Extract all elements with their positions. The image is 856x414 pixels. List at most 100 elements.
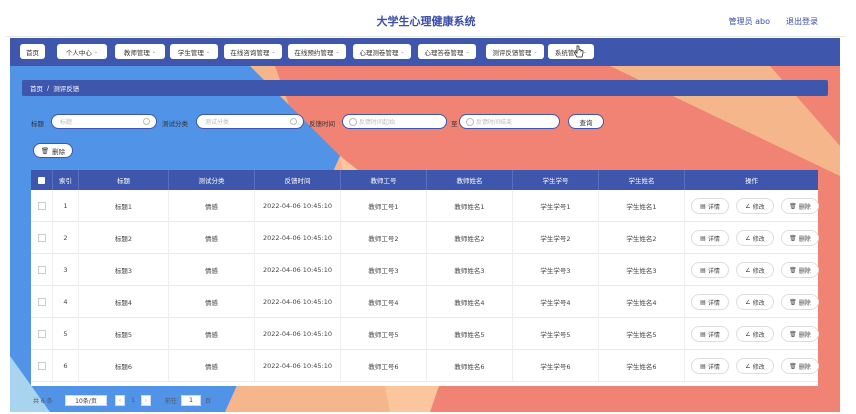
chevron-down-icon: ⌄	[271, 48, 276, 55]
cell-student-name: 学生姓名1	[599, 190, 685, 222]
edit-button[interactable]: ∠ 修改	[736, 262, 774, 278]
detail-button[interactable]: ▤ 详情	[691, 262, 729, 278]
row-checkbox[interactable]	[31, 190, 53, 222]
category-filter-label: 测试分类	[162, 120, 188, 128]
nav-item-answer-sheet-mgmt[interactable]: 心理答卷管理 ⌄	[418, 44, 476, 59]
detail-button[interactable]: ▤ 详情	[691, 358, 729, 374]
detail-button-label: 详情	[707, 267, 720, 275]
main-nav: 首页 个人中心 ⌄ 教师管理 ⌄ 学生管理 ⌄ 在线咨询管理 ⌄ 在线预约管理 ⌄ 心理测…	[10, 38, 840, 66]
edit-button[interactable]: ∠ 修改	[736, 294, 774, 310]
nav-item-test-paper-mgmt[interactable]: 心理测卷管理 ⌄	[353, 44, 411, 59]
nav-item-personal-center[interactable]: 个人中心 ⌄	[57, 44, 107, 59]
cell-teacher-id: 教师工号2	[341, 222, 427, 254]
delete-button[interactable]: 🗑 删除	[781, 198, 819, 214]
detail-button-label: 详情	[707, 299, 720, 307]
row-checkbox[interactable]	[31, 222, 53, 254]
cell-teacher-id: 教师工号6	[341, 350, 427, 382]
delete-button-label: 删除	[798, 267, 811, 275]
edit-button[interactable]: ∠ 修改	[736, 358, 774, 374]
cell-index: 2	[53, 222, 79, 254]
checkbox[interactable]	[37, 298, 46, 306]
trash-icon: 🗑	[40, 146, 50, 155]
nav-item-feedback-mgmt[interactable]: 测评反馈管理 ⌄	[486, 44, 544, 59]
edit-button[interactable]: ∠ 修改	[736, 198, 774, 214]
checkbox[interactable]	[37, 362, 46, 370]
page-size-value: 10条/页	[75, 398, 97, 405]
table-row: 4 标题4 情感 2022-04-06 10:45:10 教师工号4 教师姓名4 学生学号4…	[31, 286, 819, 318]
edit-button-label: 修改	[752, 299, 765, 307]
checkbox[interactable]	[37, 202, 46, 210]
cell-feedback-time: 2022-04-06 10:45:10	[255, 222, 341, 254]
cell-teacher-id: 教师工号1	[341, 190, 427, 222]
row-checkbox[interactable]	[31, 254, 53, 286]
nav-item-label: 测评反馈管理	[492, 48, 532, 57]
search-button[interactable]: 查询	[568, 114, 604, 129]
detail-button[interactable]: ▤ 详情	[691, 198, 729, 214]
cell-index: 1	[53, 190, 79, 222]
nav-item-system-mgmt[interactable]: 系统管理 ⌄	[548, 44, 594, 59]
delete-button[interactable]: 🗑 删除	[781, 230, 819, 246]
cell-teacher-id: 教师工号4	[341, 286, 427, 318]
checkbox[interactable]	[37, 266, 46, 274]
delete-button[interactable]: 🗑 删除	[781, 326, 819, 342]
trash-icon: 🗑	[789, 234, 797, 242]
nav-item-student-mgmt[interactable]: 学生管理 ⌄	[170, 44, 218, 59]
batch-delete-button[interactable]: 🗑 删除	[33, 143, 73, 158]
nav-item-home[interactable]: 首页	[20, 44, 45, 59]
edit-button-label: 修改	[752, 331, 765, 339]
nav-item-teacher-mgmt[interactable]: 教师管理 ⌄	[115, 44, 165, 59]
detail-button[interactable]: ▤ 详情	[691, 326, 729, 342]
page-number[interactable]: 1	[128, 395, 138, 406]
title-filter-input[interactable]: 标题	[51, 114, 157, 129]
delete-button[interactable]: 🗑 删除	[781, 358, 819, 374]
document-icon: ▤	[700, 298, 706, 306]
nav-item-label: 个人中心	[65, 48, 92, 57]
detail-button[interactable]: ▤ 详情	[691, 230, 729, 246]
breadcrumb-current: 测评反馈	[53, 85, 80, 93]
prev-page-button[interactable]: ‹	[115, 395, 125, 406]
row-checkbox[interactable]	[31, 350, 53, 382]
time-start-input[interactable]: 反馈时间起始	[342, 114, 447, 129]
cell-title: 标题4	[79, 286, 169, 318]
title-filter-placeholder: 标题	[60, 119, 73, 126]
delete-button-label: 删除	[798, 363, 811, 371]
table-row: 6 标题6 情感 2022-04-06 10:45:10 教师工号6 教师姓名6 学生学号6…	[31, 350, 819, 382]
row-checkbox[interactable]	[31, 286, 53, 318]
select-all-checkbox[interactable]	[31, 170, 53, 190]
page-size-select[interactable]: 10条/页	[65, 395, 107, 406]
time-start-placeholder: 反馈时间起始	[359, 119, 396, 126]
cell-feedback-time: 2022-04-06 10:45:10	[255, 318, 341, 350]
edit-button[interactable]: ∠ 修改	[736, 230, 774, 246]
detail-button[interactable]: ▤ 详情	[691, 294, 729, 310]
logout-link[interactable]: 退出登录	[786, 16, 818, 27]
checkbox[interactable]	[37, 234, 46, 242]
breadcrumb-home[interactable]: 首页	[30, 83, 43, 93]
category-filter-input[interactable]: 测试分类	[196, 114, 304, 129]
cell-category: 情感	[169, 318, 255, 350]
batch-delete-label: 删除	[52, 147, 66, 156]
goto-page-input[interactable]: 1	[181, 395, 201, 406]
cell-teacher-name: 教师姓名5	[427, 318, 513, 350]
col-student-name: 学生姓名	[599, 170, 685, 190]
row-checkbox[interactable]	[31, 318, 53, 350]
delete-button[interactable]: 🗑 删除	[781, 294, 819, 310]
search-button-label: 查询	[579, 118, 593, 127]
cell-teacher-id: 教师工号5	[341, 318, 427, 350]
delete-button-label: 删除	[798, 299, 811, 307]
next-page-button[interactable]: ›	[141, 395, 151, 406]
nav-item-label: 学生管理	[177, 48, 204, 57]
edit-button[interactable]: ∠ 修改	[736, 326, 774, 342]
time-end-input[interactable]: 反馈时间结束	[459, 114, 560, 129]
checkbox[interactable]	[37, 330, 46, 338]
document-icon: ▤	[700, 362, 706, 370]
cell-category: 情感	[169, 222, 255, 254]
cell-index: 6	[53, 350, 79, 382]
chevron-down-icon: ⌄	[93, 48, 99, 55]
cell-teacher-name: 教师姓名4	[427, 286, 513, 318]
nav-item-appointment-mgmt[interactable]: 在线预约管理 ⌄	[288, 44, 346, 59]
delete-button[interactable]: 🗑 删除	[781, 262, 819, 278]
nav-item-consult-mgmt[interactable]: 在线咨询管理 ⌄	[224, 44, 282, 59]
cell-student-name: 学生姓名6	[599, 350, 685, 382]
col-teacher-id: 教师工号	[341, 170, 427, 190]
nav-item-label: 首页	[26, 48, 39, 57]
